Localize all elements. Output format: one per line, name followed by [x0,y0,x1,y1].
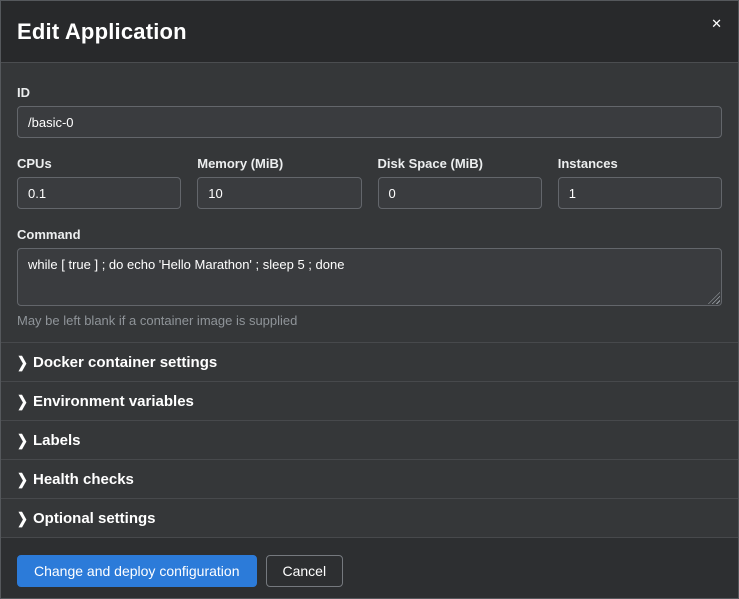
modal-footer: Change and deploy configuration Cancel [1,537,738,599]
collapsible-sections: ❯ Docker container settings ❯ Environmen… [1,342,738,537]
disk-label: Disk Space (MiB) [378,156,542,171]
memory-input[interactable] [197,177,361,209]
command-label: Command [17,227,722,242]
section-environment-variables[interactable]: ❯ Environment variables [1,381,738,420]
section-label: Labels [33,432,81,449]
chevron-right-icon: ❯ [17,355,33,370]
section-label: Environment variables [33,393,194,410]
section-docker-container-settings[interactable]: ❯ Docker container settings [1,342,738,381]
instances-field-group: Instances [558,156,722,209]
section-labels[interactable]: ❯ Labels [1,420,738,459]
instances-label: Instances [558,156,722,171]
modal-header: Edit Application ✕ [1,1,738,63]
section-label: Optional settings [33,510,156,527]
section-optional-settings[interactable]: ❯ Optional settings [1,498,738,537]
disk-field-group: Disk Space (MiB) [378,156,542,209]
command-field-group: Command while [ true ] ; do echo 'Hello … [17,227,722,328]
chevron-right-icon: ❯ [17,511,33,526]
disk-input[interactable] [378,177,542,209]
command-help-text: May be left blank if a container image i… [17,313,722,328]
modal-body: ID CPUs Memory (MiB) Disk Space (MiB) In… [1,63,738,342]
id-field-group: ID [17,85,722,138]
change-and-deploy-button[interactable]: Change and deploy configuration [17,555,257,587]
chevron-right-icon: ❯ [17,433,33,448]
chevron-right-icon: ❯ [17,394,33,409]
id-label: ID [17,85,722,100]
cpus-input[interactable] [17,177,181,209]
section-label: Docker container settings [33,354,217,371]
memory-field-group: Memory (MiB) [197,156,361,209]
id-input[interactable] [17,106,722,138]
cpus-field-group: CPUs [17,156,181,209]
edit-application-modal: Edit Application ✕ ID CPUs Memory (MiB) … [0,0,739,599]
chevron-right-icon: ❯ [17,472,33,487]
resources-row: CPUs Memory (MiB) Disk Space (MiB) Insta… [17,156,722,209]
cancel-button[interactable]: Cancel [266,555,344,587]
section-health-checks[interactable]: ❯ Health checks [1,459,738,498]
section-label: Health checks [33,471,134,488]
instances-input[interactable] [558,177,722,209]
memory-label: Memory (MiB) [197,156,361,171]
command-textarea-wrap: while [ true ] ; do echo 'Hello Marathon… [17,248,722,306]
close-icon[interactable]: ✕ [711,17,722,30]
command-input[interactable]: while [ true ] ; do echo 'Hello Marathon… [17,248,722,306]
modal-title: Edit Application [17,19,187,45]
cpus-label: CPUs [17,156,181,171]
